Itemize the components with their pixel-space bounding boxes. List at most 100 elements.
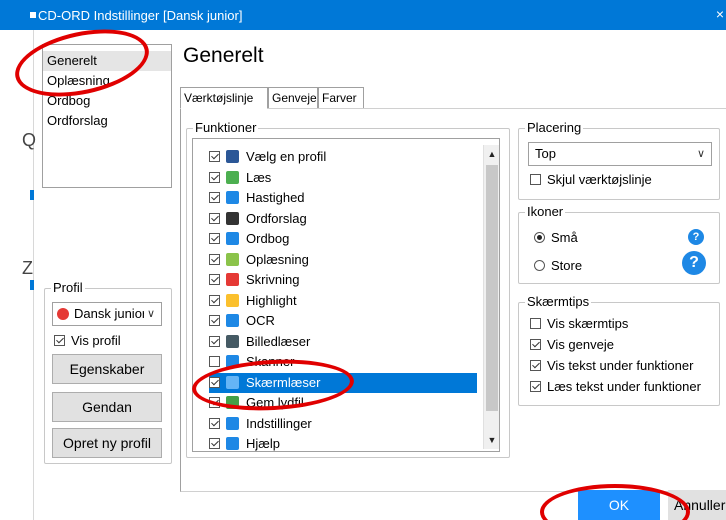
function-checkbox[interactable]: [209, 274, 220, 285]
app-icon: [30, 12, 36, 18]
icons-large-option[interactable]: Store: [534, 258, 582, 273]
function-row[interactable]: OCR: [209, 311, 487, 331]
background-marker: [30, 190, 34, 200]
danish-flag-icon: [57, 308, 69, 320]
ikoner-legend: Ikoner: [525, 204, 566, 219]
background-glyph: Z: [22, 258, 33, 278]
help-icon: [226, 437, 239, 450]
tab-genveje[interactable]: Genveje: [268, 87, 318, 109]
function-checkbox[interactable]: [209, 294, 220, 306]
screen-tip-checkbox[interactable]: [530, 381, 541, 392]
window-title: CD-ORD Indstillinger [Dansk junior]: [38, 8, 243, 23]
function-label: Hastighed: [246, 190, 305, 205]
speech-icon: [226, 252, 239, 266]
background-marker: [30, 280, 34, 290]
show-profile-label: Vis profil: [71, 333, 121, 348]
restore-button[interactable]: Gendan: [52, 392, 162, 422]
function-label: Skrivning: [246, 272, 300, 287]
placering-dropdown[interactable]: Top ∨: [528, 142, 712, 166]
background-window-strip: Q Z: [0, 30, 37, 520]
background-glyph: Q: [22, 130, 37, 150]
function-checkbox[interactable]: [209, 417, 220, 429]
new-profile-button[interactable]: Opret ny profil: [52, 428, 162, 458]
functions-scrollbar[interactable]: ▲ ▼: [483, 145, 499, 449]
close-icon[interactable]: ×: [716, 6, 724, 22]
function-checkbox[interactable]: [209, 151, 220, 162]
function-checkbox[interactable]: [209, 253, 220, 265]
function-label: Indstillinger: [246, 415, 312, 431]
function-checkbox[interactable]: [209, 171, 220, 183]
function-row[interactable]: Vælg en profil: [209, 147, 487, 167]
highlighter-icon: [226, 293, 239, 307]
function-label: Vælg en profil: [246, 149, 327, 164]
help-icon-small: ?: [688, 229, 704, 245]
icons-large-label: Store: [551, 258, 583, 273]
play-icon: [226, 170, 239, 184]
function-label: OCR: [246, 313, 275, 328]
placering-value: Top: [535, 146, 556, 161]
function-checkbox[interactable]: [209, 212, 220, 224]
show-profile-option[interactable]: Vis profil: [54, 333, 121, 348]
function-row[interactable]: Læs: [209, 168, 487, 188]
screen-tip-checkbox[interactable]: [530, 339, 541, 350]
ocr-icon: [226, 314, 239, 327]
tab-vaerktoejslinje[interactable]: Værktøjslinje: [180, 87, 268, 109]
icons-large-radio[interactable]: [534, 260, 545, 271]
function-label: Highlight: [246, 292, 297, 308]
show-profile-checkbox[interactable]: [54, 335, 65, 346]
screen-tip-option[interactable]: Vis genveje: [530, 337, 614, 352]
function-checkbox[interactable]: [209, 315, 220, 326]
icons-small-radio[interactable]: [534, 232, 545, 243]
screen-tip-label: Læs tekst under funktioner: [547, 379, 701, 394]
function-checkbox[interactable]: [209, 356, 220, 367]
help-icon-large: ?: [682, 251, 706, 275]
function-label: Oplæsning: [246, 251, 309, 267]
screen-tip-label: Vis genveje: [547, 337, 614, 352]
list-icon: [226, 211, 239, 225]
profile-selected: Dansk junior: [74, 306, 144, 321]
dictionary-icon: [226, 232, 239, 245]
screen-tip-checkbox[interactable]: [530, 318, 541, 329]
function-checkbox[interactable]: [209, 233, 220, 244]
function-label: Hjælp: [246, 436, 280, 451]
pen-icon: [226, 273, 239, 286]
profile-dropdown[interactable]: Dansk junior ∨: [52, 302, 162, 326]
function-row[interactable]: Oplæsning: [209, 250, 487, 270]
function-label: Ordbog: [246, 231, 290, 246]
tab-farver[interactable]: Farver: [318, 87, 364, 109]
title-bar: CD-ORD Indstillinger [Dansk junior] ×: [0, 0, 726, 30]
scroll-up-arrow[interactable]: ▲: [484, 145, 500, 163]
profil-legend: Profil: [51, 280, 85, 295]
function-row[interactable]: Ordforslag: [209, 209, 487, 229]
screen-tip-option[interactable]: Læs tekst under funktioner: [530, 379, 701, 394]
chevron-down-icon: ∨: [146, 308, 155, 320]
screen-tip-option[interactable]: Vis tekst under funktioner: [530, 358, 693, 373]
function-row[interactable]: Hjælp: [209, 434, 487, 451]
screen-tip-option[interactable]: Vis skærmtips: [530, 316, 628, 331]
functions-legend: Funktioner: [193, 120, 259, 135]
function-row[interactable]: Indstillinger: [209, 414, 487, 434]
icons-small-option[interactable]: Små: [534, 230, 578, 245]
function-row[interactable]: Ordbog: [209, 229, 487, 249]
function-checkbox[interactable]: [209, 192, 220, 203]
function-checkbox[interactable]: [209, 438, 220, 449]
chevron-down-icon: ∨: [696, 148, 705, 160]
function-label: Billedlæser: [246, 333, 311, 349]
scroll-thumb[interactable]: [486, 165, 498, 411]
properties-button[interactable]: Egenskaber: [52, 354, 162, 384]
settings-icon: [226, 416, 239, 430]
function-label: Læs: [246, 169, 272, 185]
function-row[interactable]: Highlight: [209, 291, 487, 311]
function-row[interactable]: Billedlæser: [209, 332, 487, 352]
function-row[interactable]: Hastighed: [209, 188, 487, 208]
function-row[interactable]: Skrivning: [209, 270, 487, 290]
image-reader-icon: [226, 334, 239, 348]
hide-toolbar-checkbox[interactable]: [530, 174, 541, 185]
hide-toolbar-option[interactable]: Skjul værktøjslinje: [530, 172, 652, 187]
function-checkbox[interactable]: [209, 335, 220, 347]
nav-item-ordforslag[interactable]: Ordforslag: [43, 111, 171, 131]
screen-tip-label: Vis tekst under funktioner: [547, 358, 694, 373]
scroll-down-arrow[interactable]: ▼: [484, 431, 500, 449]
screen-tip-label: Vis skærmtips: [547, 316, 629, 331]
screen-tip-checkbox[interactable]: [530, 360, 541, 371]
